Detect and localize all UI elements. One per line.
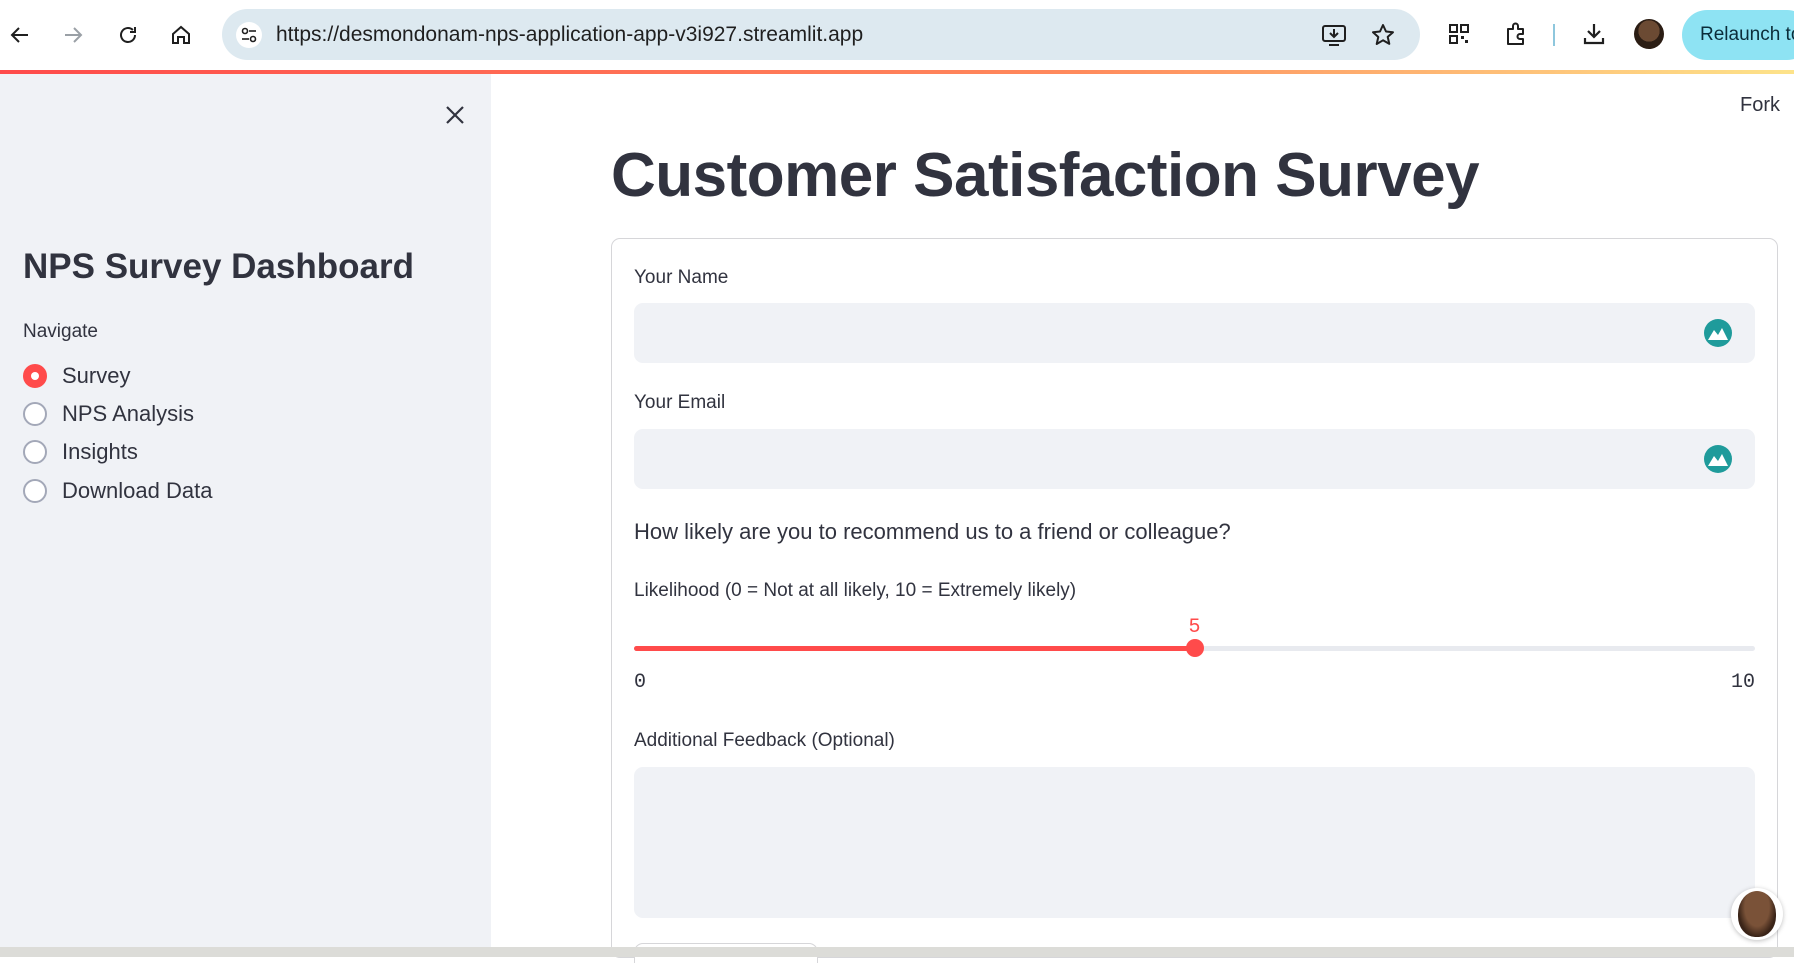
email-label: Your Email: [634, 392, 726, 413]
radio-survey[interactable]: [23, 364, 47, 388]
nav-option-survey[interactable]: Survey: [23, 360, 130, 392]
slider-thumb[interactable]: [1185, 639, 1204, 657]
nav-option-nps-analysis[interactable]: NPS Analysis: [23, 398, 194, 430]
name-label: Your Name: [634, 267, 729, 288]
profile-avatar[interactable]: [1634, 19, 1664, 49]
slider-min-label: 0: [634, 671, 647, 694]
feedback-textarea[interactable]: [634, 767, 1755, 918]
radio-download-data[interactable]: [23, 479, 47, 503]
feedback-label: Additional Feedback (Optional): [634, 730, 895, 751]
close-sidebar-icon[interactable]: [438, 98, 472, 132]
slider-value: 5: [1188, 616, 1201, 639]
reload-icon[interactable]: [109, 16, 147, 54]
password-manager-icon[interactable]: [1703, 318, 1733, 348]
sidebar-title: NPS Survey Dashboard: [23, 247, 414, 286]
nav-option-label: NPS Analysis: [62, 401, 195, 426]
radio-insights[interactable]: [23, 440, 47, 464]
relaunch-button[interactable]: Relaunch to: [1682, 10, 1794, 60]
main-content: Fork Customer Satisfaction Survey Your N…: [491, 74, 1794, 963]
home-icon[interactable]: [162, 16, 200, 54]
qr-code-icon[interactable]: [1443, 18, 1475, 50]
downloads-icon[interactable]: [1578, 18, 1610, 50]
password-manager-icon[interactable]: [1703, 444, 1733, 474]
back-icon[interactable]: [1, 16, 39, 54]
nav-option-label: Insights: [62, 439, 138, 464]
window-bottom-edge: [0, 947, 1794, 957]
nav-option-download-data[interactable]: Download Data: [23, 475, 212, 507]
slider-max-label: 10: [1730, 671, 1755, 694]
install-app-icon[interactable]: [1320, 21, 1348, 49]
likelihood-slider[interactable]: [634, 639, 1755, 657]
toolbar-divider: [1553, 24, 1555, 46]
email-input[interactable]: [634, 429, 1755, 489]
extensions-icon[interactable]: [1500, 18, 1532, 50]
browser-toolbar: https://desmondonam-nps-application-app-…: [0, 0, 1794, 70]
fork-button[interactable]: Fork: [1740, 94, 1780, 117]
site-settings-icon[interactable]: [236, 22, 262, 48]
address-bar[interactable]: https://desmondonam-nps-application-app-…: [222, 9, 1420, 60]
likelihood-label: Likelihood (0 = Not at all likely, 10 = …: [634, 580, 1077, 601]
avatar-photo: [1738, 891, 1776, 937]
url-text: https://desmondonam-nps-application-app-…: [276, 23, 864, 46]
forward-icon[interactable]: [54, 16, 92, 54]
slider-fill: [634, 646, 1195, 651]
user-avatar-badge[interactable]: [1731, 888, 1783, 940]
sidebar: NPS Survey Dashboard Navigate Survey NPS…: [0, 74, 491, 947]
navigate-label: Navigate: [23, 321, 98, 342]
nav-option-label: Download Data: [62, 478, 213, 503]
survey-form: Your Name Your Email How likely are you …: [611, 238, 1778, 963]
name-input[interactable]: [634, 303, 1755, 363]
nav-option-insights[interactable]: Insights: [23, 436, 138, 468]
page-title: Customer Satisfaction Survey: [611, 141, 1480, 210]
radio-nps-analysis[interactable]: [23, 402, 47, 426]
bookmark-star-icon[interactable]: [1369, 21, 1397, 49]
nav-option-label: Survey: [62, 363, 131, 388]
recommend-question: How likely are you to recommend us to a …: [634, 519, 1231, 544]
